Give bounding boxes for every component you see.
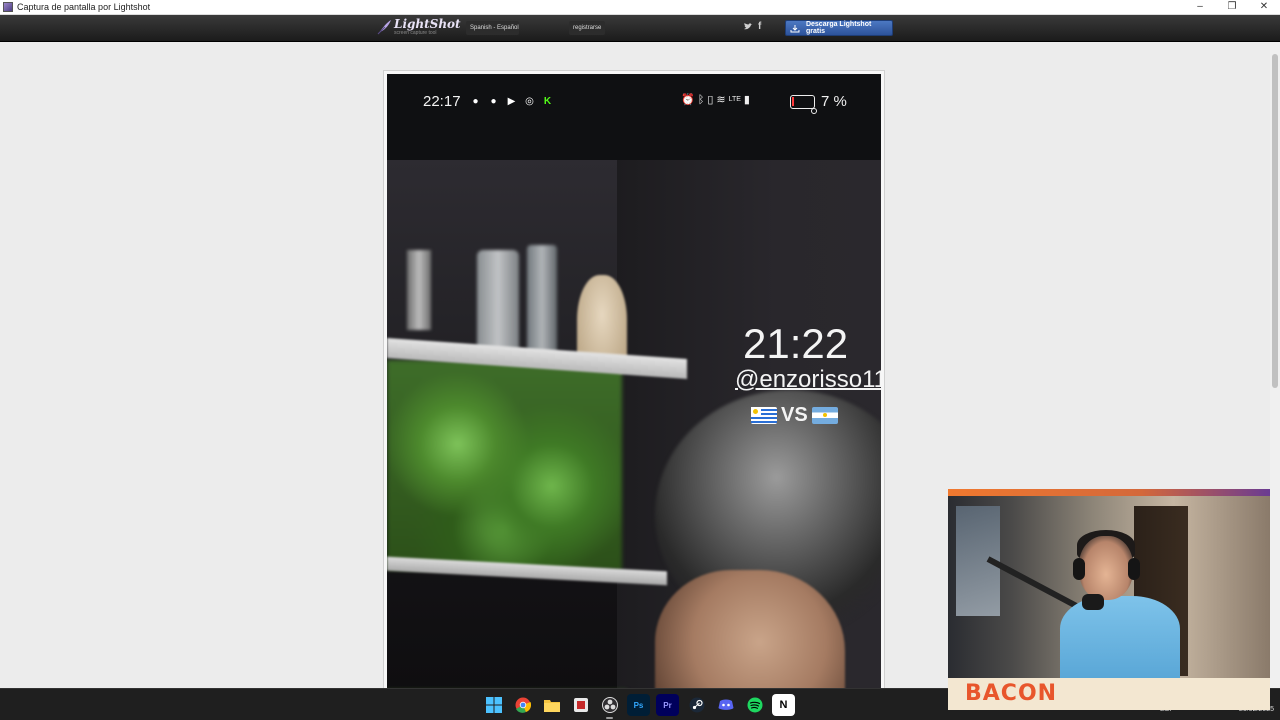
- webcam-feed: [948, 496, 1270, 678]
- story-time: 21:22: [743, 320, 849, 367]
- microphone-icon: [1082, 594, 1104, 610]
- story-handle: @enzorisso11: [735, 366, 881, 393]
- battery-icon: [790, 95, 815, 109]
- vs-label: VS: [781, 404, 808, 426]
- file-explorer-icon[interactable]: [540, 694, 563, 716]
- story-match: VS: [751, 404, 838, 427]
- premiere-icon[interactable]: Pr: [656, 694, 679, 716]
- facebook-icon[interactable]: f: [758, 21, 761, 32]
- webcam-accent-bar: [948, 489, 1270, 496]
- language-selector[interactable]: Spanish - Español: [466, 21, 519, 35]
- snipping-tool-icon[interactable]: [569, 694, 592, 716]
- obs-icon[interactable]: [598, 694, 621, 719]
- youtube-icon: ▶: [507, 96, 516, 107]
- streamer-name: BACON: [965, 681, 1058, 706]
- download-button[interactable]: Descarga Lightshot gratis: [785, 20, 893, 36]
- windows-start-icon[interactable]: [482, 694, 505, 716]
- instagram-icon: ◎: [525, 96, 534, 107]
- minimize-button[interactable]: –: [1184, 0, 1216, 15]
- webcam-nameplate: BACON: [948, 678, 1270, 710]
- headphones-icon: [1073, 558, 1085, 580]
- lightshot-logo[interactable]: LightShot screen capture tool: [376, 18, 461, 36]
- spotify-icon[interactable]: [743, 694, 766, 716]
- webcam-overlay: BACON: [948, 489, 1270, 710]
- register-link[interactable]: registrarse: [569, 21, 605, 35]
- streamer-face: [1079, 536, 1133, 600]
- wifi-icon: ≋: [716, 94, 726, 106]
- logo-name: LightShot: [394, 17, 461, 31]
- discord-taskbar-icon[interactable]: [714, 694, 737, 716]
- maximize-button[interactable]: ❐: [1216, 0, 1248, 15]
- status-time: 22:17: [423, 93, 461, 110]
- charging-dot-icon: [811, 108, 817, 114]
- phone-status-bar: 22:17 ● ● ▶ ◎ K ⏰ ᛒ ▯ ≋ LTE ▮ 7 %: [387, 74, 881, 160]
- battery-percent: 7 %: [821, 93, 847, 110]
- steam-icon[interactable]: [685, 694, 708, 716]
- discord-icon: ●: [472, 96, 479, 107]
- close-button[interactable]: ✕: [1248, 0, 1280, 15]
- photoshop-icon[interactable]: Ps: [627, 694, 650, 716]
- scrollbar-thumb[interactable]: [1272, 54, 1278, 388]
- phone-screenshot: 22:17 ● ● ▶ ◎ K ⏰ ᛒ ▯ ≋ LTE ▮ 7 % 21:22 …: [387, 74, 881, 688]
- logo-tagline: screen capture tool: [394, 30, 437, 36]
- window-titlebar: Captura de pantalla por Lightshot – ❐ ✕: [0, 0, 1280, 15]
- discord-icon-2: ●: [490, 96, 497, 107]
- network-label: LTE: [728, 96, 741, 103]
- headphones-right: [1128, 558, 1140, 580]
- window-title: Captura de pantalla por Lightshot: [17, 2, 151, 12]
- bluetooth-icon: ᛒ: [697, 93, 705, 106]
- chrome-icon[interactable]: [511, 694, 534, 716]
- story-video: 21:22 @enzorisso11 VS: [387, 160, 881, 688]
- download-label: Descarga Lightshot gratis: [805, 21, 872, 35]
- page-scrollbar[interactable]: [1270, 42, 1280, 688]
- vibrate-icon: ▯: [707, 94, 714, 106]
- kick-icon: K: [543, 96, 552, 107]
- twitter-icon[interactable]: [743, 22, 753, 32]
- argentina-flag-icon: [811, 407, 838, 424]
- plant-wall: [387, 360, 622, 570]
- app-icon: [3, 2, 13, 12]
- notion-icon[interactable]: N: [772, 694, 795, 716]
- mic-arm: [986, 556, 1087, 614]
- shelf-jar: [407, 250, 431, 330]
- lightshot-header: LightShot screen capture tool Spanish - …: [0, 15, 1280, 42]
- download-icon: [790, 24, 800, 32]
- uruguay-flag-icon: [751, 407, 777, 424]
- alarm-icon: ⏰: [681, 94, 695, 106]
- shelf-bottle-2: [527, 245, 557, 355]
- streamer-shirt: [1060, 596, 1180, 678]
- shelf-bottle: [477, 250, 519, 350]
- feather-icon: [377, 20, 391, 35]
- signal-icon: ▮: [743, 94, 750, 106]
